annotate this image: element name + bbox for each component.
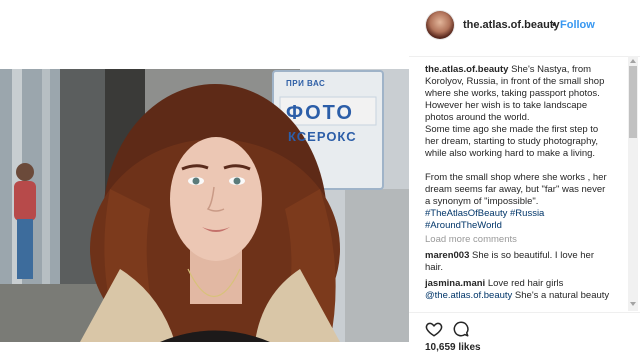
hashtags[interactable]: #TheAtlasOfBeauty #Russia: [425, 208, 544, 219]
caption-line: From the small shop where she works , he…: [425, 172, 607, 183]
post-photo[interactable]: ПРИ ВАС ФОТО КСЕРОКС: [0, 69, 409, 342]
hashtag[interactable]: #AroundTheWorld: [425, 220, 502, 231]
caption-line: where she works, taking passport photos.: [425, 88, 600, 99]
caption-line: her dream, starting to study photography…: [425, 136, 599, 147]
comment-text: She's a natural beauty: [514, 290, 610, 301]
sign-main-text: ФОТО: [286, 102, 354, 124]
caption-line: She's Nastya, from: [511, 64, 592, 75]
caption-line: photos around the world.: [425, 112, 530, 123]
scrollbar-thumb[interactable]: [629, 66, 637, 138]
comment-mention[interactable]: @the.atlas.of.beauty: [425, 290, 512, 301]
caption-line: Korolyov, Russia, in front of the small …: [425, 76, 605, 87]
comment-username[interactable]: jasmina.mani: [425, 278, 485, 289]
caption-line: However her wish is to take landscape: [425, 100, 588, 111]
caption-line: while also working hard to make a living…: [425, 148, 596, 159]
comment-icon[interactable]: [452, 320, 470, 338]
scroll-down-arrow-icon[interactable]: [630, 302, 636, 306]
comment-username[interactable]: maren003: [425, 250, 469, 261]
header-username[interactable]: the.atlas.of.beauty: [463, 19, 560, 31]
comment-text: She is so beautiful. I love her: [472, 250, 595, 261]
caption-line: Some time ago she made the first step to: [425, 124, 599, 135]
post-header: the.atlas.of.beauty • Follow: [409, 0, 640, 57]
likes-count[interactable]: 10,659 likes: [425, 342, 481, 353]
comment: maren003 She is so beautiful. I love her…: [425, 250, 621, 274]
follow-button[interactable]: Follow: [560, 19, 595, 31]
caption: the.atlas.of.beauty She's Nastya, from K…: [425, 64, 621, 232]
caption-username[interactable]: the.atlas.of.beauty: [425, 64, 508, 75]
caption-line: a synonym of "impossible".: [425, 196, 539, 207]
avatar[interactable]: [426, 11, 454, 39]
scroll-up-arrow-icon[interactable]: [630, 59, 636, 63]
header-separator: •: [552, 19, 556, 31]
caption-line: dream seems far away, but "far" was neve…: [425, 184, 606, 195]
comment-text: Love red hair girls: [487, 278, 564, 289]
sign-bottom-text: КСЕРОКС: [288, 129, 357, 144]
heart-icon[interactable]: [425, 320, 443, 338]
comment: jasmina.mani Love red hair girls @the.at…: [425, 278, 621, 302]
comment-text: hair.: [425, 262, 443, 273]
sign-top-text: ПРИ ВАС: [286, 79, 326, 88]
load-more-comments[interactable]: Load more comments: [425, 234, 621, 246]
comments-section: the.atlas.of.beauty She's Nastya, from K…: [425, 64, 621, 302]
